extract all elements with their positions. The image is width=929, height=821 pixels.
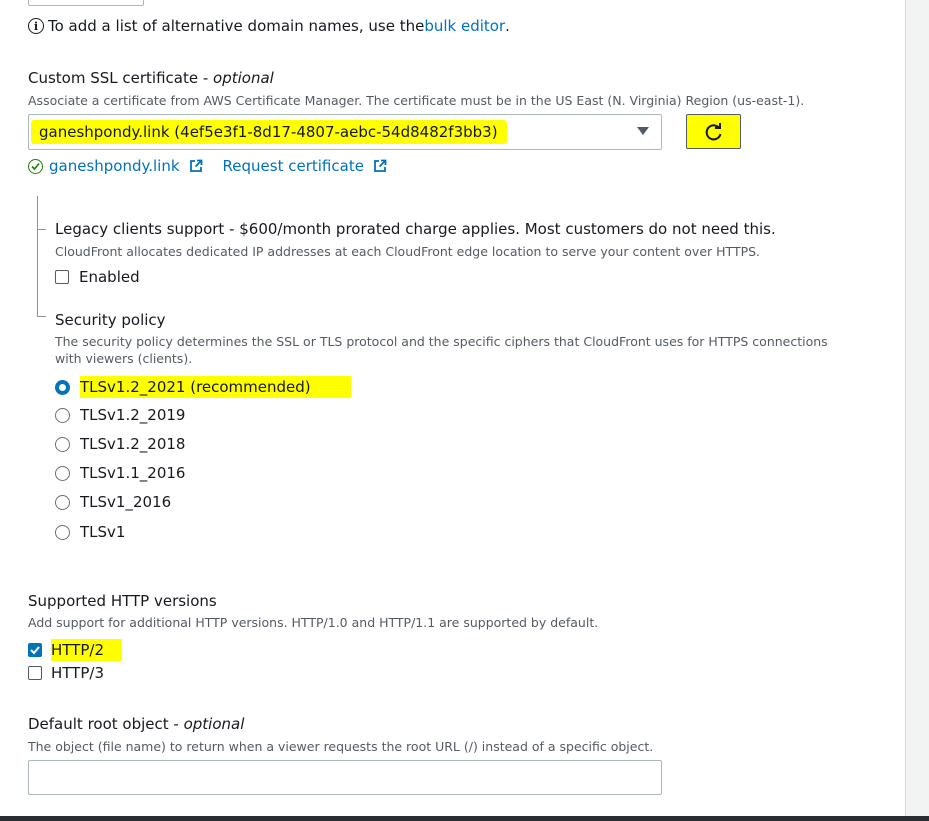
tree-connector-tick bbox=[37, 316, 46, 317]
root-object-input[interactable] bbox=[28, 760, 662, 795]
http-version-label: HTTP/2 bbox=[51, 639, 122, 661]
tree-connector-tick bbox=[37, 229, 46, 230]
http3-checkbox[interactable] bbox=[28, 666, 42, 680]
checkmark-icon bbox=[30, 646, 40, 655]
security-policy-radio[interactable] bbox=[55, 379, 70, 395]
ssl-label: Custom SSL certificate - optional bbox=[28, 69, 274, 87]
legacy-clients-label: Legacy clients support - $600/month pror… bbox=[55, 220, 776, 238]
http2-checkbox[interactable] bbox=[28, 643, 42, 657]
external-link-icon[interactable] bbox=[373, 159, 387, 173]
request-certificate-link[interactable]: Request certificate bbox=[223, 157, 364, 175]
http-version-label: HTTP/3 bbox=[51, 664, 104, 682]
http-versions-label: Supported HTTP versions bbox=[28, 592, 217, 610]
root-object-label: Default root object - optional bbox=[28, 715, 244, 733]
security-policy-option[interactable]: TLSv1.2_2019 bbox=[55, 406, 185, 424]
http-versions-description: Add support for additional HTTP versions… bbox=[28, 615, 599, 630]
security-policy-option-label: TLSv1_2016 bbox=[80, 493, 172, 511]
security-policy-option-label: TLSv1.1_2016 bbox=[80, 464, 186, 482]
security-policy-option[interactable]: TLSv1.1_2016 bbox=[55, 464, 185, 482]
ssl-label-optional: optional bbox=[213, 69, 274, 87]
alt-domain-info: i To add a list of alternative domain na… bbox=[28, 17, 510, 35]
ssl-certificate-select[interactable]: ganeshpondy.link (4ef5e3f1-8d17-4807-aeb… bbox=[28, 114, 662, 150]
security-policy-option-label: TLSv1.2_2018 bbox=[80, 435, 186, 453]
ssl-description: Associate a certificate from AWS Certifi… bbox=[28, 93, 805, 108]
external-link-icon[interactable] bbox=[189, 159, 203, 173]
security-policy-option[interactable]: TLSv1_2016 bbox=[55, 493, 171, 511]
alt-domain-info-text: To add a list of alternative domain name… bbox=[48, 17, 425, 35]
scrollbar-gutter[interactable] bbox=[905, 0, 929, 821]
previous-field-edge bbox=[28, 0, 144, 6]
http-version-option[interactable]: HTTP/2 bbox=[28, 639, 122, 661]
security-policy-radio[interactable] bbox=[55, 436, 70, 452]
security-policy-option[interactable]: TLSv1 bbox=[55, 523, 125, 541]
legacy-enabled-label: Enabled bbox=[79, 268, 140, 286]
check-circle-icon bbox=[28, 158, 43, 174]
security-policy-radio[interactable] bbox=[55, 407, 70, 423]
tree-connector bbox=[37, 196, 38, 316]
security-policy-option[interactable]: TLSv1.2_2018 bbox=[55, 435, 185, 453]
caret-down-icon bbox=[637, 127, 649, 135]
ssl-certificate-selected-value: ganeshpondy.link (4ef5e3f1-8d17-4807-aeb… bbox=[31, 120, 507, 144]
legacy-clients-description: CloudFront allocates dedicated IP addres… bbox=[55, 244, 761, 259]
alt-domain-info-suffix: . bbox=[505, 17, 510, 35]
info-icon: i bbox=[28, 18, 44, 34]
security-policy-option-label: TLSv1 bbox=[80, 523, 126, 541]
root-object-label-optional: optional bbox=[183, 715, 245, 733]
security-policy-option-label: TLSv1.2_2019 bbox=[80, 406, 186, 424]
http-version-option[interactable]: HTTP/3 bbox=[28, 664, 104, 682]
security-policy-option-label: TLSv1.2_2021 (recommended) bbox=[80, 376, 351, 398]
refresh-certificates-button[interactable] bbox=[686, 114, 741, 149]
security-policy-description: The security policy determines the SSL o… bbox=[55, 334, 828, 366]
security-policy-radio[interactable] bbox=[55, 524, 70, 540]
legacy-enabled-option[interactable]: Enabled bbox=[55, 268, 140, 286]
security-policy-label: Security policy bbox=[55, 311, 166, 329]
refresh-icon bbox=[705, 122, 721, 140]
bottom-bar bbox=[0, 816, 929, 821]
root-object-label-text: Default root object - bbox=[28, 715, 184, 733]
certificate-links: ganeshpondy.link Request certificate bbox=[28, 157, 387, 175]
legacy-enabled-checkbox[interactable] bbox=[55, 270, 69, 284]
security-policy-radio[interactable] bbox=[55, 465, 70, 481]
ssl-label-text: Custom SSL certificate - bbox=[28, 69, 214, 87]
security-policy-radio[interactable] bbox=[55, 494, 70, 510]
root-object-description: The object (file name) to return when a … bbox=[28, 739, 654, 754]
bulk-editor-link[interactable]: bulk editor bbox=[424, 17, 505, 35]
certificate-link[interactable]: ganeshpondy.link bbox=[49, 157, 180, 175]
security-policy-option[interactable]: TLSv1.2_2021 (recommended) bbox=[55, 376, 351, 398]
